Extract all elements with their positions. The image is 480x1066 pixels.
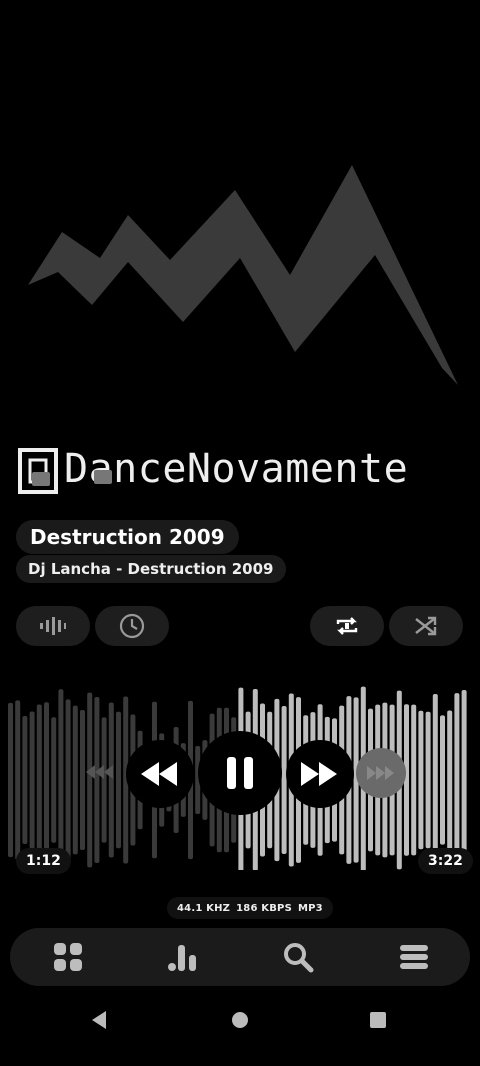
like-dislike-icons[interactable] bbox=[32, 468, 142, 490]
pause-icon bbox=[227, 757, 253, 789]
shuffle-button[interactable] bbox=[389, 606, 463, 646]
fast-forward-icon bbox=[301, 762, 337, 786]
waveform-bar bbox=[65, 699, 71, 861]
nav-search[interactable] bbox=[282, 941, 314, 973]
nav-stats[interactable] bbox=[166, 941, 198, 973]
total-duration: 3:22 bbox=[418, 848, 473, 874]
home-icon bbox=[232, 1012, 248, 1028]
next-track-button[interactable] bbox=[356, 748, 406, 798]
waveform-bar bbox=[447, 710, 453, 850]
waveform-bar bbox=[425, 711, 431, 849]
system-recents-button[interactable] bbox=[366, 1008, 390, 1032]
album-art bbox=[0, 0, 480, 510]
rewind-icon bbox=[141, 762, 177, 786]
next-track-icon bbox=[367, 766, 394, 780]
bar-chart-icon bbox=[168, 945, 196, 971]
rewind-button[interactable] bbox=[126, 740, 194, 808]
recents-icon bbox=[370, 1012, 386, 1028]
waveform-bar bbox=[44, 702, 49, 858]
track-title: Destruction 2009 bbox=[16, 520, 239, 554]
system-home-button[interactable] bbox=[228, 1008, 252, 1032]
brand-logo-row: DanceNovamente bbox=[18, 446, 464, 494]
waveform-bar bbox=[411, 704, 417, 856]
album-art-shape bbox=[28, 165, 458, 385]
file-format: MP3 bbox=[297, 902, 323, 914]
shuffle-icon bbox=[415, 616, 437, 636]
bottom-navigation bbox=[10, 928, 470, 986]
back-icon bbox=[92, 1011, 106, 1029]
nav-library[interactable] bbox=[52, 941, 84, 973]
elapsed-time: 1:12 bbox=[16, 848, 71, 874]
grid-icon bbox=[54, 943, 82, 971]
track-artist: Dj Lancha - Destruction 2009 bbox=[16, 555, 286, 583]
waveform-bar bbox=[72, 705, 78, 855]
visualizer-button[interactable] bbox=[16, 606, 90, 646]
search-icon bbox=[284, 943, 314, 973]
sleep-timer-button[interactable] bbox=[95, 606, 169, 646]
waveform-bar bbox=[418, 710, 424, 850]
clock-icon bbox=[119, 613, 145, 639]
waveform-bar bbox=[22, 715, 28, 845]
waveform-bar bbox=[51, 717, 57, 843]
previous-track-icon bbox=[86, 765, 113, 779]
waveform-icon bbox=[40, 617, 66, 635]
waveform-bar bbox=[36, 704, 42, 856]
system-back-button[interactable] bbox=[88, 1008, 112, 1032]
nav-menu[interactable] bbox=[398, 941, 430, 973]
waveform-bar bbox=[440, 715, 445, 845]
waveform-bar bbox=[29, 711, 35, 849]
bitrate: 186 KBPS bbox=[236, 902, 292, 914]
play-pause-button[interactable] bbox=[198, 731, 282, 815]
waveform-bar bbox=[58, 689, 64, 871]
waveform-bar bbox=[432, 693, 438, 867]
repeat-button[interactable] bbox=[310, 606, 384, 646]
waveform-bar bbox=[8, 702, 13, 858]
audio-info: 44.1 KHZ 186 KBPS MP3 bbox=[167, 897, 333, 919]
menu-icon bbox=[400, 945, 428, 969]
waveform-bar bbox=[461, 689, 467, 871]
repeat-one-icon bbox=[336, 617, 358, 635]
sample-rate: 44.1 KHZ bbox=[177, 902, 231, 914]
waveform-bar bbox=[15, 700, 21, 860]
fast-forward-button[interactable] bbox=[286, 740, 354, 808]
waveform-bar bbox=[454, 693, 460, 867]
previous-track-button[interactable] bbox=[80, 752, 120, 792]
